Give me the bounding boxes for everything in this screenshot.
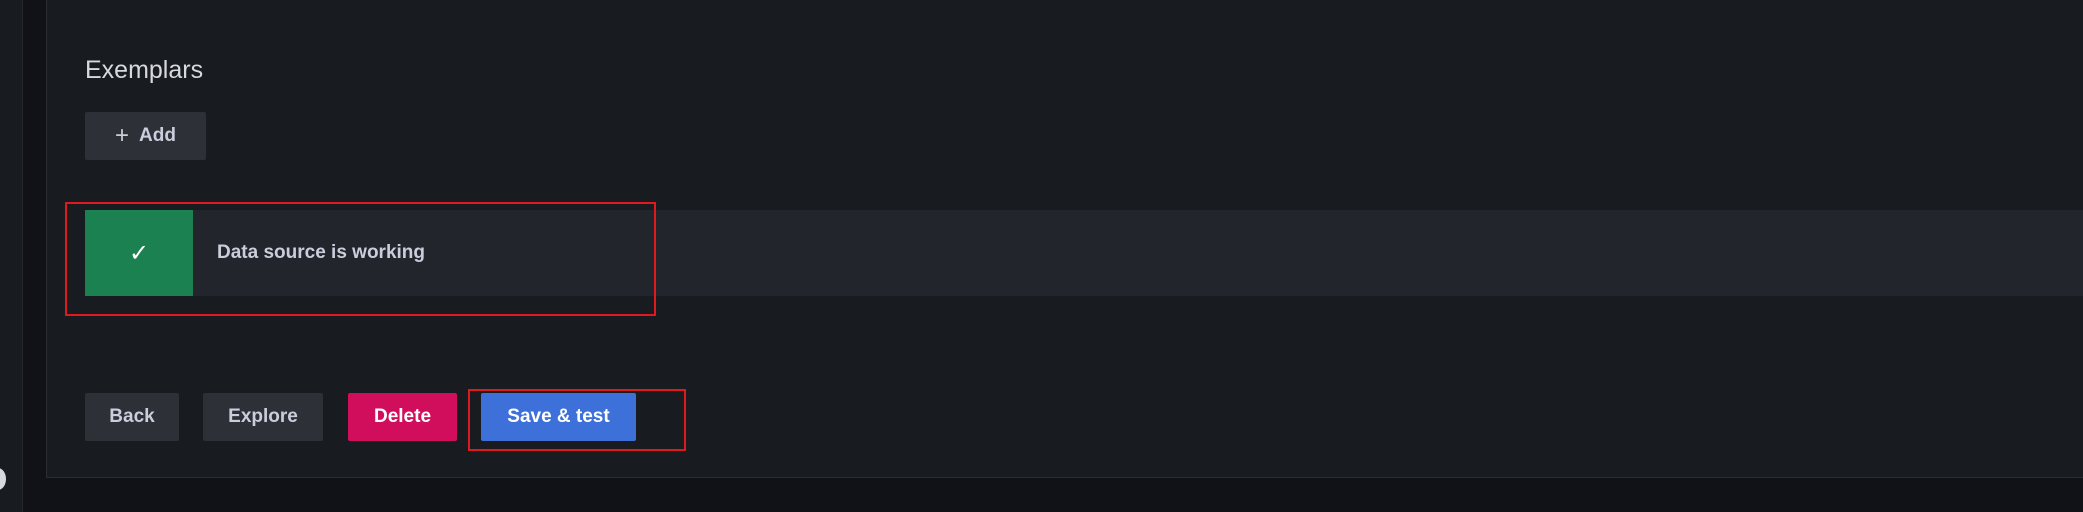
save-test-button[interactable]: Save & test bbox=[481, 393, 636, 441]
back-button[interactable]: Back bbox=[85, 393, 179, 441]
explore-button[interactable]: Explore bbox=[203, 393, 323, 441]
plus-icon: + bbox=[115, 122, 130, 149]
sidebar bbox=[0, 0, 23, 512]
delete-button[interactable]: Delete bbox=[348, 393, 457, 441]
alert-message: Data source is working bbox=[217, 242, 426, 263]
add-label: Add bbox=[139, 125, 176, 146]
add-exemplar-button[interactable]: + Add bbox=[85, 112, 206, 160]
exemplars-heading: Exemplars bbox=[85, 56, 204, 84]
check-icon: ✓ bbox=[85, 210, 193, 296]
success-alert: ✓ Data source is working bbox=[85, 210, 2083, 296]
